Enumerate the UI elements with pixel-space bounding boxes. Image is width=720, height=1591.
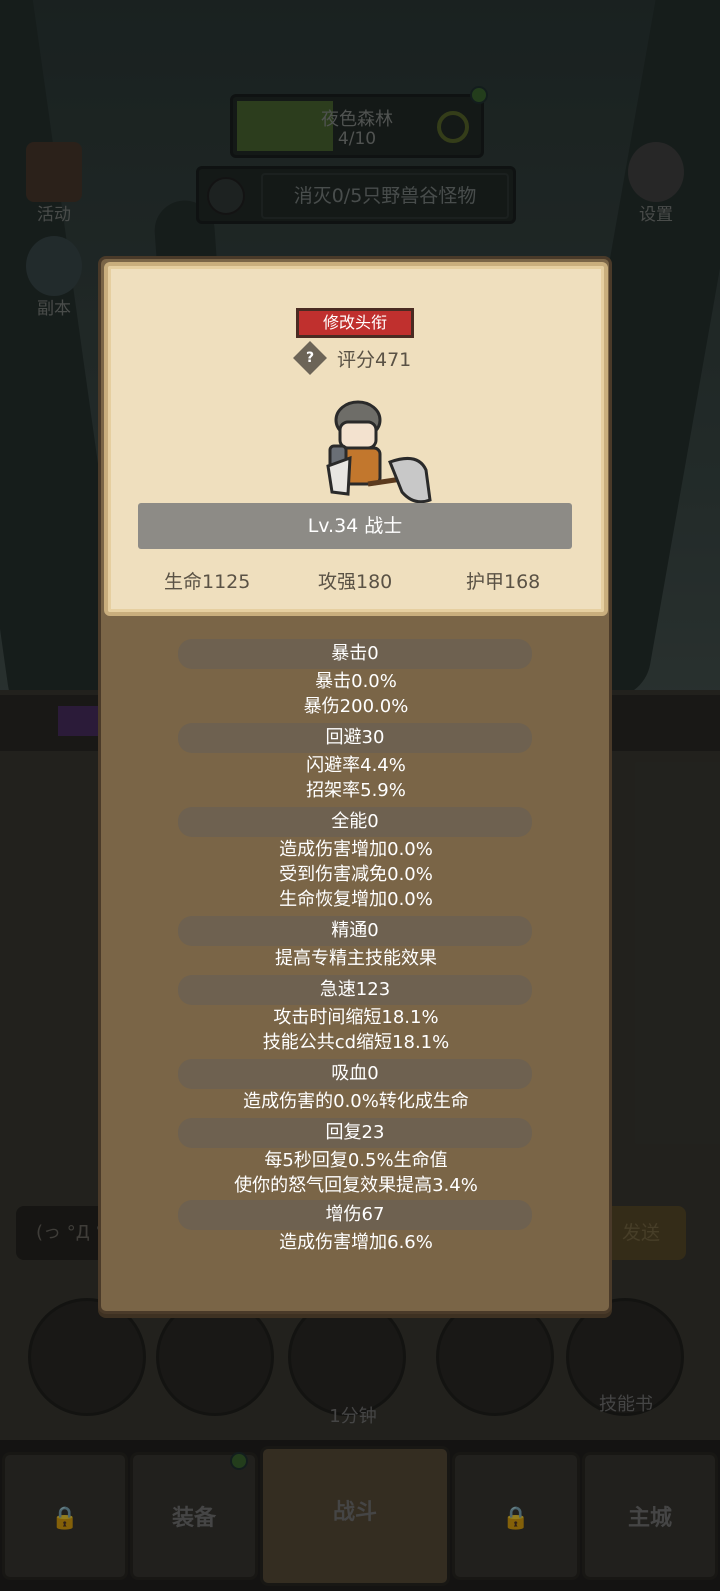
hp-stat: 生命1125 xyxy=(164,571,251,593)
help-icon-glyph: ? xyxy=(305,350,315,366)
armor-stat: 护甲168 xyxy=(466,571,541,593)
haste-cd: 技能公共cd缩短18.1% xyxy=(262,1032,450,1053)
haste-header: 急速123 xyxy=(178,975,532,1005)
versatility-damage: 造成伤害增加0.0% xyxy=(279,839,433,860)
mastery-header: 精通0 xyxy=(178,916,532,946)
dodge-rate: 闪避率4.4% xyxy=(306,755,406,776)
change-title-button[interactable]: 修改头衔 xyxy=(296,308,414,338)
attack-stat: 攻强180 xyxy=(318,571,393,593)
crit-damage: 暴伤200.0% xyxy=(303,696,409,717)
lifesteal-header: 吸血0 xyxy=(178,1059,532,1089)
level-class-bar: Lv.34 战士 xyxy=(138,503,572,549)
parry-rate: 招架率5.9% xyxy=(306,780,406,801)
mastery-desc: 提高专精主技能效果 xyxy=(275,948,437,969)
damage-bonus-desc: 造成伤害增加6.6% xyxy=(279,1232,433,1253)
versatility-header: 全能0 xyxy=(178,807,532,837)
crit-header: 暴击0 xyxy=(178,639,532,669)
recovery-rage: 使你的怒气回复效果提高3.4% xyxy=(234,1175,478,1196)
versatility-regen: 生命恢复增加0.0% xyxy=(279,889,433,910)
recovery-hp: 每5秒回复0.5%生命值 xyxy=(264,1150,448,1171)
warrior-avatar xyxy=(326,400,432,504)
evasion-header: 回避30 xyxy=(178,723,532,753)
lifesteal-desc: 造成伤害的0.0%转化成生命 xyxy=(243,1091,469,1112)
versatility-reduction: 受到伤害减免0.0% xyxy=(279,864,433,885)
recovery-header: 回复23 xyxy=(178,1118,532,1148)
damage-bonus-header: 增伤67 xyxy=(178,1200,532,1230)
score-text: 评分471 xyxy=(337,349,412,371)
haste-attack: 攻击时间缩短18.1% xyxy=(273,1007,439,1028)
crit-rate: 暴击0.0% xyxy=(315,671,397,692)
